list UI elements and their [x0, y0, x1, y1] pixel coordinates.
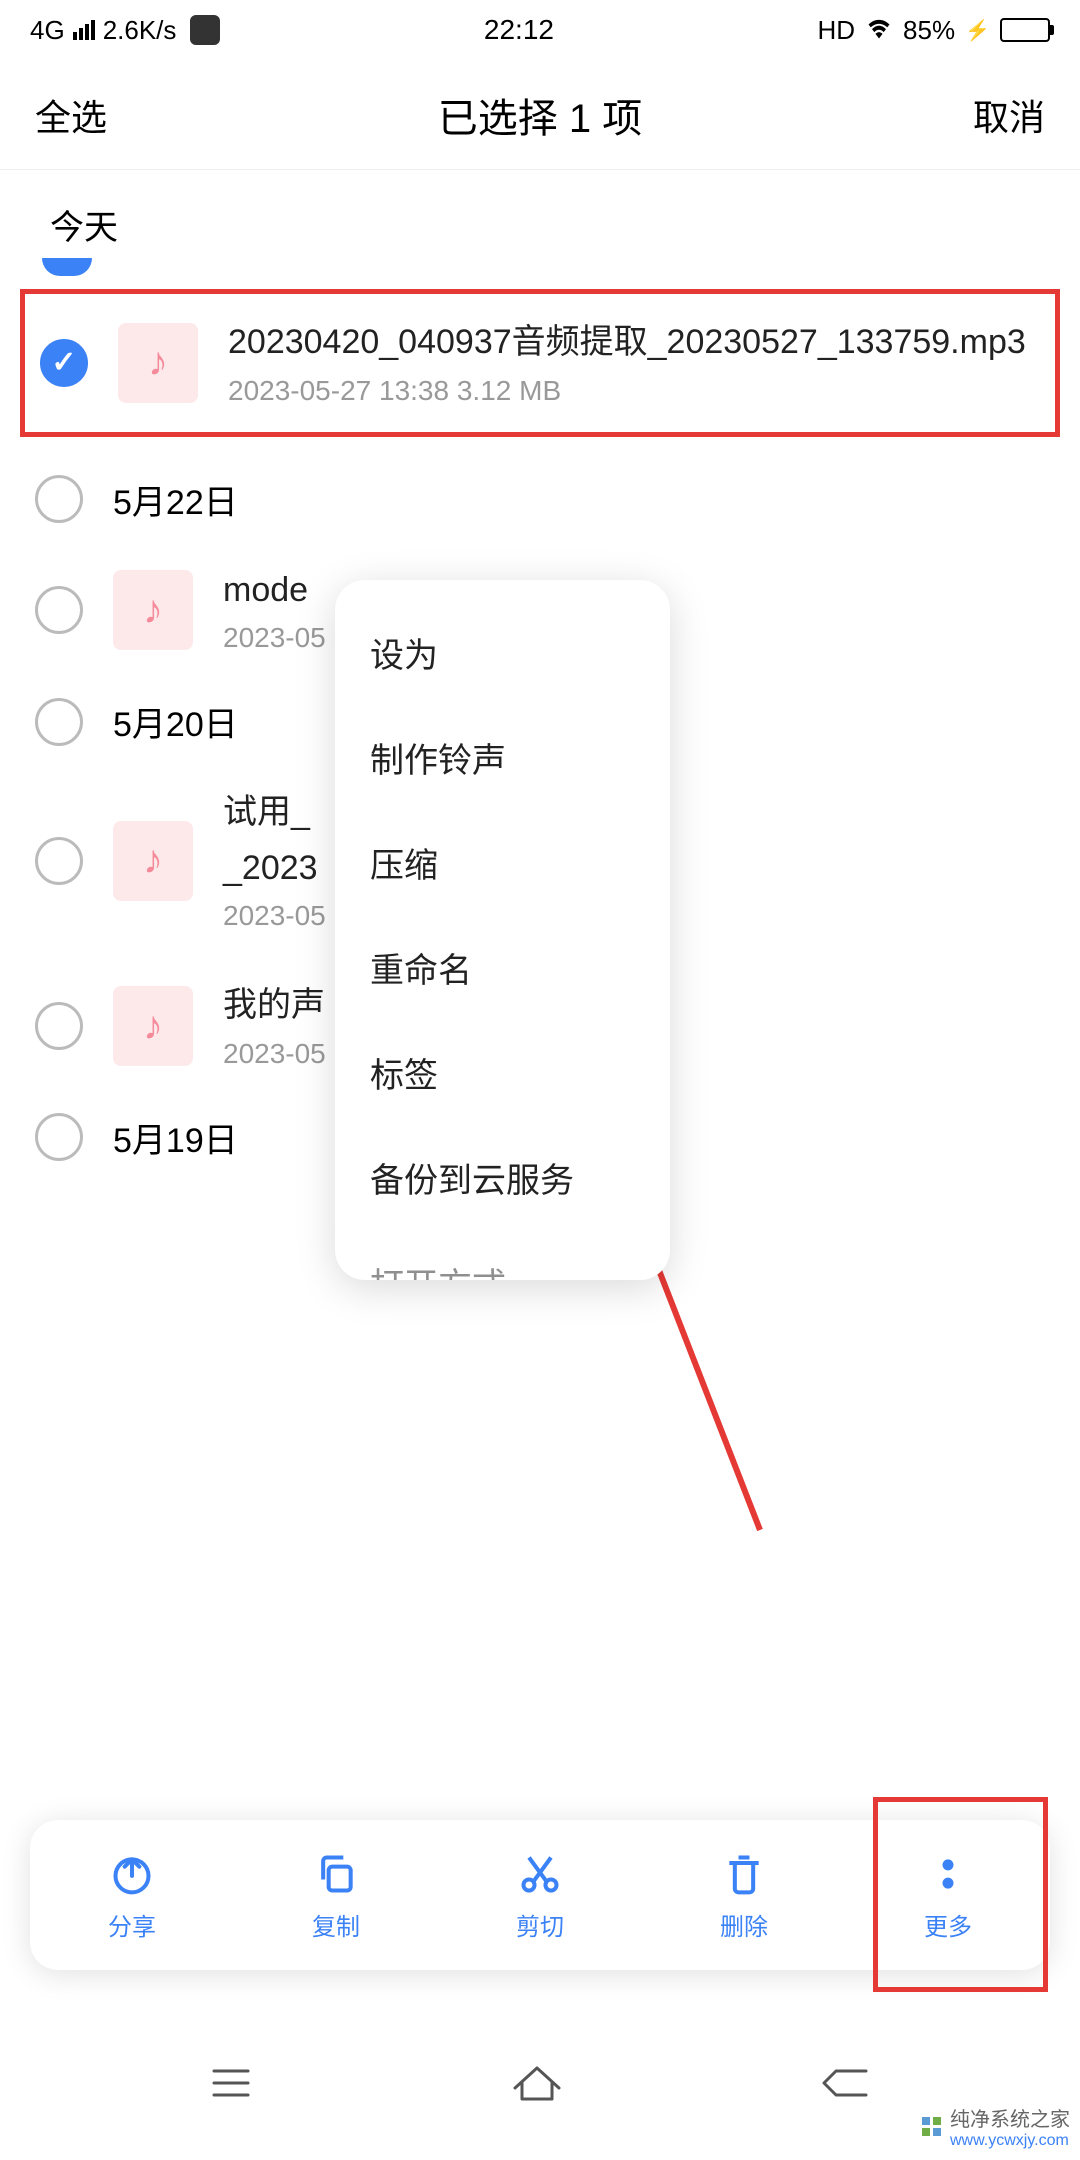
music-file-icon: ♪ [118, 323, 198, 403]
battery-percent: 85% [903, 15, 955, 46]
checkbox-icon[interactable] [35, 837, 83, 885]
back-icon[interactable] [819, 2063, 874, 2108]
checkbox-icon[interactable] [35, 698, 83, 746]
checkbox-icon[interactable] [35, 1113, 83, 1161]
menu-backup[interactable]: 备份到云服务 [335, 1125, 670, 1230]
menu-compress[interactable]: 压缩 [335, 810, 670, 915]
status-bar: 4G 2.6K/s 22:12 HD 85% ⚡ [0, 0, 1080, 60]
menu-set-as[interactable]: 设为 [335, 600, 670, 705]
signal-icon [73, 20, 95, 40]
network-speed: 2.6K/s [103, 15, 177, 46]
watermark: 纯净系统之家 www.ycwxjy.com [920, 2103, 1070, 2150]
action-label: 复制 [312, 1907, 360, 1942]
cut-icon [518, 1849, 562, 1899]
app-icon [190, 15, 220, 45]
file-name: 20230420_040937音频提取_20230527_133759.mp3 [228, 319, 1040, 367]
home-icon[interactable] [507, 2060, 567, 2110]
share-icon [110, 1849, 154, 1899]
hd-indicator: HD [817, 15, 855, 46]
selection-title: 已选择 1 项 [438, 86, 642, 144]
watermark-name: 纯净系统之家 [950, 2103, 1070, 2132]
action-label: 更多 [924, 1907, 972, 1942]
date-label: 5月20日 [113, 697, 238, 746]
network-type: 4G [30, 15, 65, 46]
section-today: 今天 [0, 170, 1080, 269]
action-label: 删除 [720, 1907, 768, 1942]
watermark-logo-icon [920, 2115, 944, 2139]
action-label: 分享 [108, 1907, 156, 1942]
checkbox-icon[interactable] [35, 1002, 83, 1050]
music-file-icon: ♪ [113, 821, 193, 901]
file-item-selected[interactable]: ✓ ♪ 20230420_040937音频提取_20230527_133759.… [20, 289, 1060, 437]
status-time: 22:12 [484, 14, 554, 46]
checkbox-icon[interactable] [35, 475, 83, 523]
watermark-site: www.ycwxjy.com [950, 2132, 1070, 2150]
date-label: 5月22日 [113, 475, 238, 524]
menu-make-ringtone[interactable]: 制作铃声 [335, 705, 670, 810]
menu-rename[interactable]: 重命名 [335, 915, 670, 1020]
delete-button[interactable]: 删除 [642, 1849, 846, 1942]
menu-open-with[interactable]: 打开方式 [335, 1230, 670, 1280]
battery-icon [1000, 18, 1050, 42]
checkbox-icon[interactable] [35, 586, 83, 634]
checkbox-checked-icon[interactable]: ✓ [40, 339, 88, 387]
copy-button[interactable]: 复制 [234, 1849, 438, 1942]
file-meta: 2023-05-27 13:38 3.12 MB [228, 375, 1040, 407]
wifi-icon [865, 15, 893, 46]
action-toolbar: 分享 复制 剪切 删除 更多 [30, 1820, 1050, 1970]
music-file-icon: ♪ [113, 986, 193, 1066]
delete-icon [722, 1849, 766, 1899]
select-all-button[interactable]: 全选 [35, 89, 107, 141]
music-file-icon: ♪ [113, 570, 193, 650]
copy-icon [314, 1849, 358, 1899]
cut-button[interactable]: 剪切 [438, 1849, 642, 1942]
action-label: 剪切 [516, 1907, 564, 1942]
charging-icon: ⚡ [965, 18, 990, 43]
more-menu: 设为 制作铃声 压缩 重命名 标签 备份到云服务 打开方式 [335, 580, 670, 1280]
date-label: 5月19日 [113, 1113, 238, 1162]
system-nav-bar [0, 2010, 1080, 2160]
more-button[interactable]: 更多 [846, 1849, 1050, 1942]
share-button[interactable]: 分享 [30, 1849, 234, 1942]
selection-header: 全选 已选择 1 项 取消 [0, 60, 1080, 170]
partial-checkbox-icon[interactable] [42, 258, 92, 276]
recents-icon[interactable] [206, 2063, 256, 2108]
date-row[interactable]: 5月22日 [0, 457, 1080, 542]
more-icon [926, 1849, 970, 1899]
cancel-button[interactable]: 取消 [973, 89, 1045, 141]
menu-tag[interactable]: 标签 [335, 1020, 670, 1125]
